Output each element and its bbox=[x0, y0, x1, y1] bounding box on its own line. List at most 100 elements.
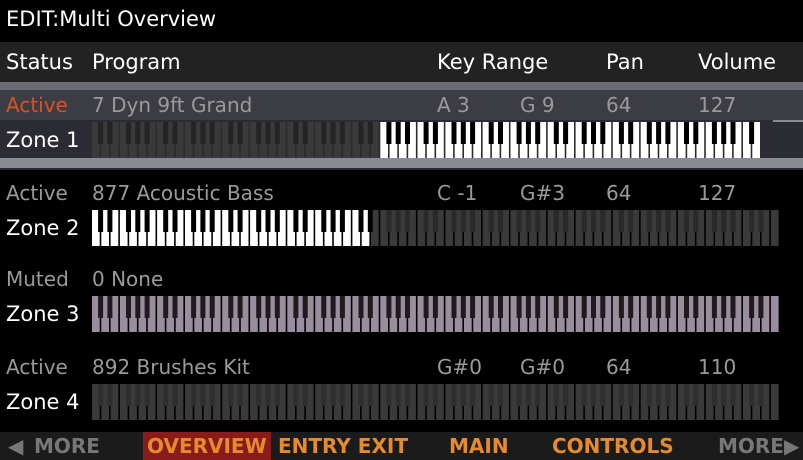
black-key[interactable] bbox=[293, 210, 299, 232]
zone-2[interactable]: Active 877 Acoustic Bass C -1 G#3 64 127… bbox=[0, 178, 803, 258]
black-key[interactable] bbox=[395, 210, 401, 232]
black-key[interactable] bbox=[730, 122, 736, 144]
black-key[interactable] bbox=[228, 122, 234, 144]
black-key[interactable] bbox=[525, 210, 531, 232]
black-key[interactable] bbox=[135, 210, 141, 232]
zone-1-pan[interactable]: 64 bbox=[606, 90, 631, 120]
softkey-entry-exit[interactable]: ENTRY EXIT bbox=[278, 432, 408, 460]
black-key[interactable] bbox=[274, 210, 280, 232]
black-key[interactable] bbox=[600, 122, 606, 144]
black-key[interactable] bbox=[293, 384, 299, 406]
black-key[interactable] bbox=[265, 122, 271, 144]
black-key[interactable] bbox=[749, 296, 755, 318]
zone-2-volume[interactable]: 127 bbox=[698, 178, 736, 208]
softkey-more-right[interactable]: MORE bbox=[718, 432, 784, 460]
zone-1-key-high[interactable]: G 9 bbox=[520, 90, 555, 120]
black-key[interactable] bbox=[470, 210, 476, 232]
black-key[interactable] bbox=[749, 384, 755, 406]
black-key[interactable] bbox=[488, 296, 494, 318]
black-key[interactable] bbox=[581, 384, 587, 406]
black-key[interactable] bbox=[646, 122, 652, 144]
black-key[interactable] bbox=[330, 122, 336, 144]
black-key[interactable] bbox=[172, 384, 178, 406]
black-key[interactable] bbox=[600, 210, 606, 232]
black-key[interactable] bbox=[135, 122, 141, 144]
softkey-more-left[interactable]: MORE bbox=[34, 432, 100, 460]
black-key[interactable] bbox=[628, 296, 634, 318]
black-key[interactable] bbox=[553, 210, 559, 232]
black-key[interactable] bbox=[711, 210, 717, 232]
black-key[interactable] bbox=[563, 384, 569, 406]
black-key[interactable] bbox=[395, 122, 401, 144]
zone-4-keyboard[interactable] bbox=[92, 384, 782, 420]
black-key[interactable] bbox=[265, 296, 271, 318]
zone-4-key-high[interactable]: G#0 bbox=[520, 352, 565, 382]
black-key[interactable] bbox=[498, 296, 503, 318]
zone-1[interactable]: Active 7 Dyn 9ft Grand A 3 G 9 64 127 Zo… bbox=[0, 90, 803, 170]
black-key[interactable] bbox=[144, 210, 150, 232]
black-key[interactable] bbox=[618, 384, 624, 406]
black-key[interactable] bbox=[591, 296, 596, 318]
black-key[interactable] bbox=[228, 384, 234, 406]
black-key[interactable] bbox=[470, 296, 476, 318]
black-key[interactable] bbox=[758, 384, 764, 406]
black-key[interactable] bbox=[367, 210, 373, 232]
zone-1-key-low[interactable]: A 3 bbox=[437, 90, 470, 120]
black-key[interactable] bbox=[535, 296, 541, 318]
zone-4-info-row[interactable]: Active 892 Brushes Kit G#0 G#0 64 110 bbox=[0, 352, 803, 382]
black-key[interactable] bbox=[321, 384, 327, 406]
black-key[interactable] bbox=[98, 210, 104, 232]
black-key[interactable] bbox=[470, 384, 476, 406]
black-key[interactable] bbox=[749, 210, 755, 232]
zone-3-program[interactable]: 0 None bbox=[92, 264, 163, 294]
zone-2-key-high[interactable]: G#3 bbox=[520, 178, 565, 208]
zone-2-status[interactable]: Active bbox=[6, 178, 68, 208]
black-key[interactable] bbox=[293, 122, 299, 144]
black-key[interactable] bbox=[191, 210, 197, 232]
black-key[interactable] bbox=[665, 384, 671, 406]
black-key[interactable] bbox=[228, 296, 234, 318]
black-key[interactable] bbox=[693, 384, 699, 406]
black-key[interactable] bbox=[302, 210, 308, 232]
black-key[interactable] bbox=[758, 210, 764, 232]
black-key[interactable] bbox=[451, 122, 457, 144]
black-key[interactable] bbox=[618, 296, 624, 318]
black-key[interactable] bbox=[516, 384, 522, 406]
black-key[interactable] bbox=[358, 210, 364, 232]
black-key[interactable] bbox=[749, 122, 755, 144]
black-key[interactable] bbox=[367, 296, 373, 318]
black-key[interactable] bbox=[423, 210, 429, 232]
black-key[interactable] bbox=[432, 296, 438, 318]
zone-2-key-low[interactable]: C -1 bbox=[437, 178, 477, 208]
black-key[interactable] bbox=[460, 210, 466, 232]
zone-2-keyboard[interactable] bbox=[92, 210, 782, 246]
black-key[interactable] bbox=[367, 384, 373, 406]
black-key[interactable] bbox=[498, 210, 503, 232]
black-key[interactable] bbox=[209, 210, 215, 232]
black-key[interactable] bbox=[358, 384, 364, 406]
black-key[interactable] bbox=[321, 296, 327, 318]
black-key[interactable] bbox=[107, 384, 113, 406]
black-key[interactable] bbox=[665, 210, 671, 232]
black-key[interactable] bbox=[302, 384, 308, 406]
black-key[interactable] bbox=[721, 384, 727, 406]
black-key[interactable] bbox=[395, 296, 401, 318]
black-key[interactable] bbox=[563, 296, 569, 318]
black-key[interactable] bbox=[628, 210, 634, 232]
black-key[interactable] bbox=[432, 122, 438, 144]
black-key[interactable] bbox=[191, 384, 197, 406]
black-key[interactable] bbox=[591, 122, 596, 144]
black-key[interactable] bbox=[516, 210, 522, 232]
black-key[interactable] bbox=[451, 384, 457, 406]
black-key[interactable] bbox=[395, 384, 401, 406]
black-key[interactable] bbox=[405, 122, 410, 144]
black-key[interactable] bbox=[665, 296, 671, 318]
black-key[interactable] bbox=[628, 384, 634, 406]
black-key[interactable] bbox=[200, 384, 206, 406]
black-key[interactable] bbox=[200, 296, 206, 318]
black-key[interactable] bbox=[758, 296, 764, 318]
black-key[interactable] bbox=[144, 122, 150, 144]
black-key[interactable] bbox=[460, 296, 466, 318]
black-key[interactable] bbox=[107, 122, 113, 144]
triangle-left-icon[interactable]: ◀ bbox=[8, 432, 23, 460]
